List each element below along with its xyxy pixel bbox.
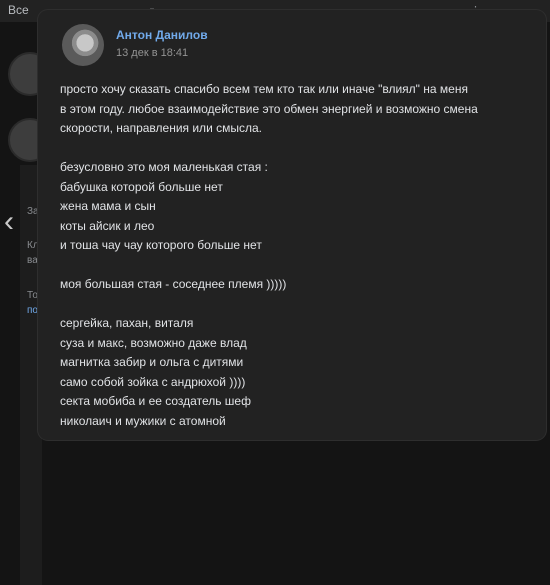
post-paragraph: моя большая стая - соседнее племя ))))) [60,275,530,295]
post-paragraph: безусловно это моя маленькая стая : бабу… [60,158,530,256]
post-paragraph: сергейка, пахан, виталя суза и макс, воз… [60,314,530,431]
text-line: секта мобиба и ее создатель шеф [60,394,251,408]
background-snippet: За [27,206,39,217]
text-line: бабушка которой больше нет [60,179,223,194]
post-paragraph: просто хочу сказать спасибо всем тем кто… [60,80,530,139]
text-line: просто хочу сказать спасибо всем тем кто… [60,82,468,96]
background-snippet: Кл [27,240,39,251]
text-line: и тоша чау чау которого больше нет [60,238,262,252]
post-text: просто хочу сказать спасибо всем тем кто… [60,80,530,451]
text-line: сергейка, пахан, виталя [60,316,194,330]
text-line: моя большая стая - соседнее племя ))))) [60,277,287,291]
text-line: безусловно это моя маленькая стая : [60,160,268,174]
text-line: николаич и мужики с атомной [60,413,226,428]
background-snippet: ва [27,255,38,266]
text-line: в этом году. любое взаимодействие это об… [60,101,478,116]
text-line: само собой зойка с андрюхой )))) [60,374,246,389]
author-name[interactable]: Антон Данилов [116,28,208,42]
background-snippet[interactable]: по [27,305,38,316]
text-line: суза и макс, возможно даже влад [60,335,247,350]
background-snippet: То [27,290,38,301]
text-line: магнитка забир и ольга с дитями [60,355,244,369]
text-line: скорости, направления или смысла. [60,121,262,135]
text-line: жена мама и сын [60,199,156,213]
author-avatar[interactable] [62,24,104,66]
post-date[interactable]: 13 дек в 18:41 [116,47,188,59]
chevron-left-icon[interactable]: ‹ [4,205,14,239]
post-card: Антон Данилов 13 дек в 18:41 просто хочу… [38,10,546,440]
background-title: Все [8,3,29,17]
text-line: коты айсик и лео [60,218,155,233]
